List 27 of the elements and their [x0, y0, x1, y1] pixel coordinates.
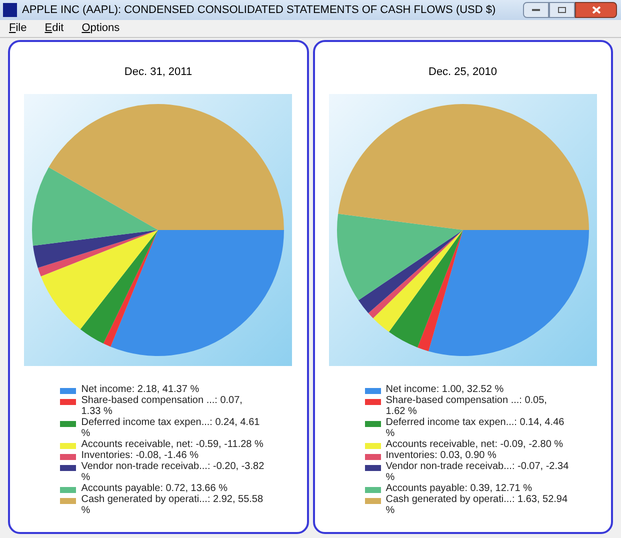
minimize-button[interactable]: [523, 2, 549, 18]
app-icon: [3, 3, 17, 17]
legend-label: Deferred income tax expen...: 0.14, 4.46 %: [386, 416, 566, 438]
menu-item[interactable]: File: [9, 20, 27, 37]
legend-label: Net income: 1.00, 32.52 %: [386, 384, 504, 394]
legend-label: Deferred income tax expen...: 0.24, 4.61 %: [81, 416, 261, 438]
legend-label: Inventories: -0.08, -1.46 %: [81, 450, 199, 460]
legend-label: Accounts receivable, net: -0.59, -11.28 %: [81, 438, 264, 450]
window-title: APPLE INC (AAPL): CONDENSED CONSOLIDATED STATEMENTS OF CASH FLOWS (USD $): [22, 2, 496, 18]
chart-title: Dec. 25, 2010: [428, 65, 497, 80]
menu-item[interactable]: Edit: [44, 20, 64, 37]
legend-label: Cash generated by operati...: 1.63, 52.94 %: [386, 494, 569, 516]
legend-label: Accounts payable: 0.39, 12.71 %: [386, 482, 532, 494]
maximize-button[interactable]: [549, 2, 575, 18]
legend-label: Cash generated by operati...: 2.92, 55.58 %: [81, 494, 264, 516]
legend-label: Inventories: 0.03, 0.90 %: [386, 450, 496, 460]
legend-label: Net income: 2.18, 41.37 %: [81, 384, 200, 394]
legend-label: Vendor non-trade receivab...: -0.20, -3.82 %: [81, 460, 264, 482]
chart-title: Dec. 31, 2011: [124, 65, 192, 80]
legend-label: Accounts payable: 0.72, 13.66 %: [81, 482, 228, 494]
legend-label: Vendor non-trade receivab...: -0.07, -2.34 %: [386, 460, 569, 482]
legend-label: Share-based compensation ...: 0.05, 1.62 %: [386, 394, 548, 416]
close-button[interactable]: [575, 2, 617, 18]
close-icon: [592, 6, 600, 14]
legend-label: Accounts receivable, net: -0.09, -2.80 %: [386, 438, 564, 450]
legend-label: Share-based compensation ...: 0.07, 1.33 %: [81, 394, 244, 416]
menu-item[interactable]: Options: [82, 20, 120, 37]
